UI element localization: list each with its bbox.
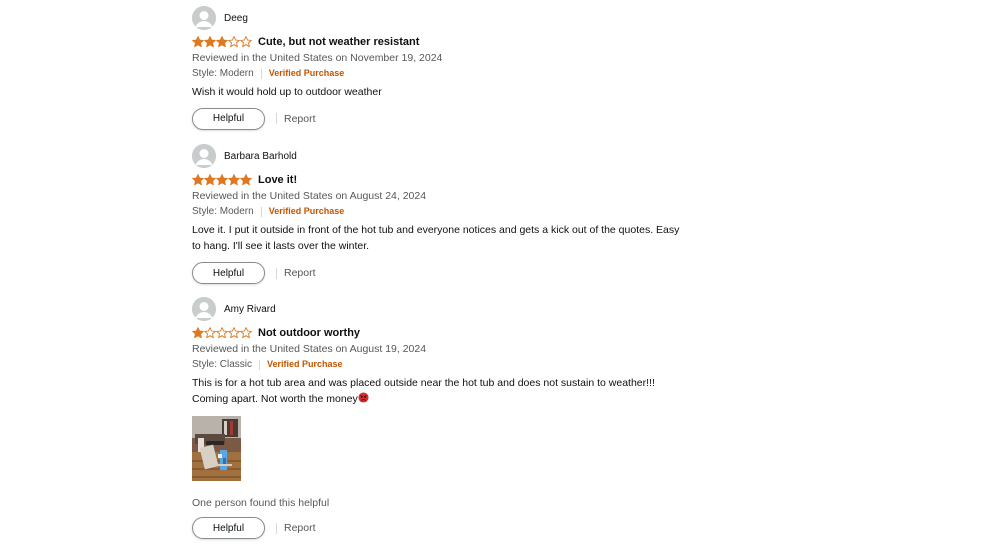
star-empty-icon xyxy=(240,36,252,48)
helpful-count: One person found this helpful xyxy=(192,497,330,509)
review-text-line: Coming apart. Not worth the money xyxy=(192,391,712,408)
style-label[interactable]: Style: Modern xyxy=(192,66,254,81)
review-actions: Helpful Report xyxy=(192,517,712,539)
star-filled-icon xyxy=(240,174,252,186)
star-filled-icon xyxy=(192,327,204,339)
divider xyxy=(276,522,277,534)
star-filled-icon xyxy=(192,36,204,48)
reviewer-name[interactable]: Deeg xyxy=(224,13,248,24)
divider xyxy=(276,113,277,124)
style-label[interactable]: Style: Classic xyxy=(192,357,252,372)
divider xyxy=(259,359,261,370)
star-rating[interactable] xyxy=(192,327,252,340)
helpful-button[interactable]: Helpful xyxy=(192,517,265,539)
review-actions: Helpful Report xyxy=(192,107,712,130)
review-photo-thumbnail[interactable] xyxy=(192,416,241,481)
report-link[interactable]: Report xyxy=(284,113,316,125)
review-title-row: Not outdoor worthy xyxy=(192,325,712,341)
divider xyxy=(260,68,262,79)
star-filled-icon xyxy=(216,36,228,48)
star-empty-icon xyxy=(228,36,240,48)
review-text-fragment: Coming apart. Not worth the money xyxy=(192,392,358,405)
star-empty-icon xyxy=(204,327,216,339)
reviewer-name[interactable]: Amy Rivard xyxy=(224,304,276,315)
review-title[interactable]: Not outdoor worthy xyxy=(258,327,360,339)
reviewer-profile[interactable]: Barbara Barhold xyxy=(192,144,712,168)
review-date: Reviewed in the United States on August … xyxy=(192,190,427,202)
divider xyxy=(276,267,277,279)
star-filled-icon xyxy=(204,36,216,48)
report-link[interactable]: Report xyxy=(284,267,316,279)
star-rating[interactable] xyxy=(192,174,252,187)
review-text-line: Love it. I put it outside in front of th… xyxy=(192,224,680,236)
review-title-row: Love it! xyxy=(192,172,712,188)
angry-face-icon xyxy=(358,391,369,403)
report-link[interactable]: Report xyxy=(284,522,316,534)
review-text-line: to hang. I'll see it lasts over the wint… xyxy=(192,239,370,252)
review-text-line: This is for a hot tub area and was place… xyxy=(192,377,655,389)
star-filled-icon xyxy=(192,174,204,186)
avatar-icon xyxy=(192,6,216,30)
reviews-page: Deeg Cute, but not weather resistant Rev… xyxy=(0,0,991,544)
divider xyxy=(260,206,262,217)
review-body: Wish it would hold up to outdoor weather xyxy=(192,85,712,101)
star-filled-icon xyxy=(228,174,240,186)
review-body: This is for a hot tub area and was place… xyxy=(192,376,712,407)
review-text: Wish it would hold up to outdoor weather xyxy=(192,86,382,98)
reviewer-profile[interactable]: Amy Rivard xyxy=(192,297,712,321)
review-title[interactable]: Love it! xyxy=(258,174,297,186)
review-format-row: Style: Modern Verified Purchase xyxy=(192,66,712,81)
style-label[interactable]: Style: Modern xyxy=(192,204,254,219)
review-actions: Helpful Report xyxy=(192,262,712,284)
review-date: Reviewed in the United States on August … xyxy=(192,343,427,355)
review-item: Barbara Barhold Love it! Reviewed in the… xyxy=(192,144,712,284)
star-rating[interactable] xyxy=(192,36,252,49)
helpful-button[interactable]: Helpful xyxy=(192,262,265,284)
star-empty-icon xyxy=(228,327,240,339)
review-format-row: Style: Classic Verified Purchase xyxy=(192,357,712,372)
verified-purchase-badge: Verified Purchase xyxy=(267,359,343,369)
review-title[interactable]: Cute, but not weather resistant xyxy=(258,36,419,48)
reviewer-profile[interactable]: Deeg xyxy=(192,6,712,30)
review-body: Love it. I put it outside in front of th… xyxy=(192,223,712,254)
avatar-icon xyxy=(192,297,216,321)
star-empty-icon xyxy=(216,327,228,339)
reviewer-name[interactable]: Barbara Barhold xyxy=(224,151,297,162)
review-item: Amy Rivard Not outdoor worthy Reviewed i… xyxy=(192,297,712,539)
star-filled-icon xyxy=(204,174,216,186)
review-item: Deeg Cute, but not weather resistant Rev… xyxy=(192,6,712,130)
star-empty-icon xyxy=(240,327,252,339)
verified-purchase-badge: Verified Purchase xyxy=(268,206,345,216)
review-title-row: Cute, but not weather resistant xyxy=(192,34,712,50)
review-format-row: Style: Modern Verified Purchase xyxy=(192,204,712,219)
verified-purchase-badge: Verified Purchase xyxy=(268,68,345,78)
star-filled-icon xyxy=(216,174,228,186)
review-date: Reviewed in the United States on Novembe… xyxy=(192,52,443,64)
helpful-button[interactable]: Helpful xyxy=(192,107,265,130)
avatar-icon xyxy=(192,144,216,168)
